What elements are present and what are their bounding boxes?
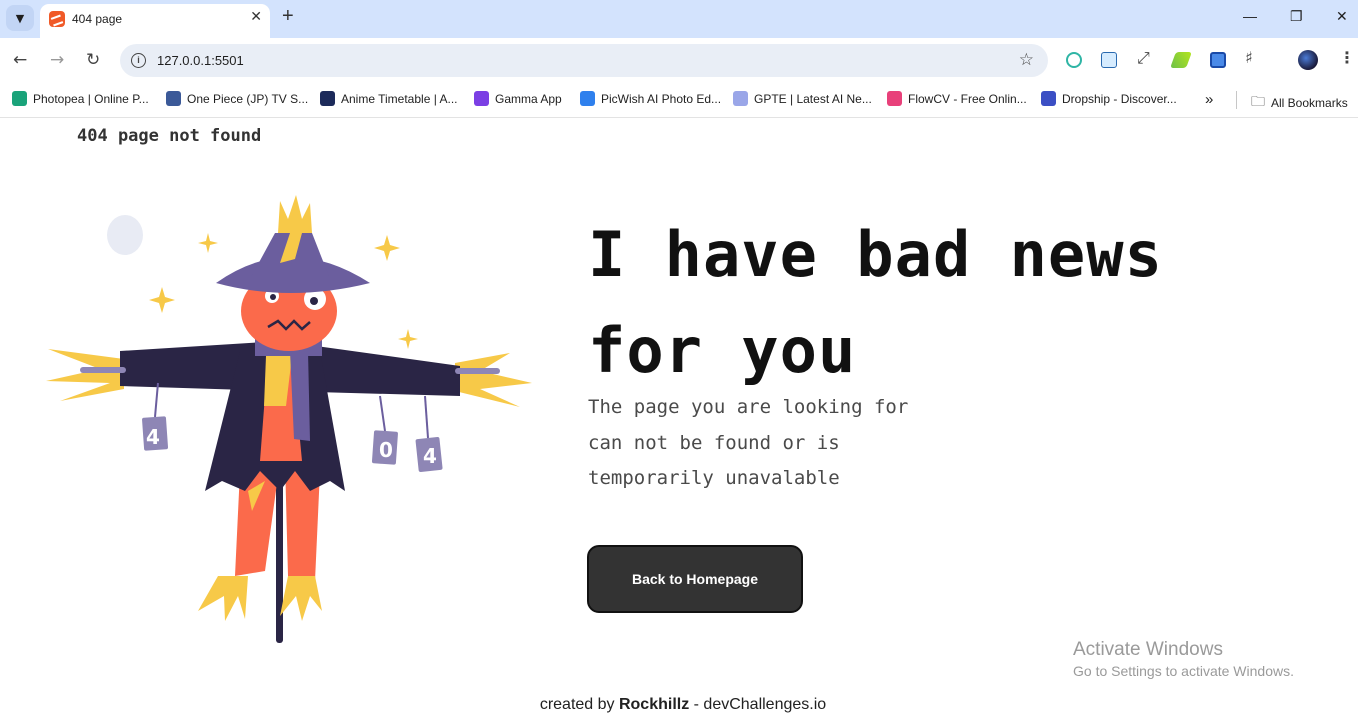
bookmark-item[interactable]: GPTE | Latest AI Ne... xyxy=(733,91,872,106)
bookmark-item[interactable]: FlowCV - Free Onlin... xyxy=(887,91,1027,106)
bookmark-favicon-icon xyxy=(580,91,595,106)
moon-shape xyxy=(107,215,143,255)
tab-title: 404 page xyxy=(72,12,123,26)
bookmark-favicon-icon xyxy=(474,91,489,106)
footer-suffix: - devChallenges.io xyxy=(689,696,827,713)
bookmark-label: One Piece (JP) TV S... xyxy=(187,91,309,106)
bookmark-label: Dropship - Discover... xyxy=(1062,91,1177,106)
more-bookmarks-label: » xyxy=(1205,91,1214,108)
straw-feet-icon xyxy=(198,576,322,621)
error-description: The page you are looking for can not be … xyxy=(588,390,968,497)
all-bookmarks-button[interactable]: 🗀 All Bookmarks xyxy=(1251,91,1348,115)
folder-icon: 🗀 xyxy=(1251,93,1265,109)
bookmark-item[interactable]: Anime Timetable | A... xyxy=(320,91,458,106)
sign-left-label: 4 xyxy=(146,425,160,449)
extensions-puzzle-icon[interactable]: ♯ xyxy=(1245,48,1253,67)
extension-2-icon[interactable] xyxy=(1101,52,1117,68)
tab-active[interactable]: 404 page ✕ xyxy=(40,4,270,38)
bookmark-favicon-icon xyxy=(12,91,27,106)
url-text[interactable]: 127.0.0.1:5501 xyxy=(157,53,244,68)
back-icon[interactable]: ← xyxy=(13,50,27,70)
bookmark-item[interactable]: Gamma App xyxy=(474,91,562,106)
bookmark-label: Photopea | Online P... xyxy=(33,91,149,106)
minimize-icon[interactable]: — xyxy=(1243,8,1257,24)
bookmark-label: Anime Timetable | A... xyxy=(341,91,458,106)
sign-right-label: 4 xyxy=(423,444,437,468)
bookmark-item[interactable]: Photopea | Online P... xyxy=(12,91,149,106)
all-bookmarks-label: All Bookmarks xyxy=(1271,96,1348,110)
close-window-icon[interactable]: ✕ xyxy=(1336,8,1348,25)
bookmark-favicon-icon xyxy=(1041,91,1056,106)
page-footer: created by Rockhillz - devChallenges.io xyxy=(0,696,1358,714)
page-content: 404 page not found 4 0 4 I have bad news… xyxy=(0,119,1358,716)
extension-5-icon[interactable] xyxy=(1210,52,1226,68)
footer-prefix: created by xyxy=(539,696,619,713)
bookmark-item[interactable]: PicWish AI Photo Ed... xyxy=(580,91,721,106)
bookmark-item[interactable]: One Piece (JP) TV S... xyxy=(166,91,308,106)
bookmark-label: GPTE | Latest AI Ne... xyxy=(754,91,872,106)
tab-close-icon[interactable]: ✕ xyxy=(250,9,262,25)
new-tab-button[interactable]: + xyxy=(282,5,294,28)
headline-line-1: I have bad news xyxy=(588,218,1163,291)
forward-icon[interactable]: → xyxy=(50,50,64,70)
activate-windows-title: Activate Windows xyxy=(1073,639,1223,660)
tab-search-button[interactable]: ▼ xyxy=(6,5,34,31)
site-logo[interactable]: 404 page not found xyxy=(77,126,261,146)
description-line-2: can not be found or is xyxy=(588,431,840,454)
browser-toolbar: ← → ↻ i 127.0.0.1:5501 ☆ ⤢ ♯ ⋮ xyxy=(0,38,1358,83)
description-line-3: temporarily unavalable xyxy=(588,467,840,489)
page-headline: I have bad news for you xyxy=(588,207,1228,399)
bookmark-star-icon[interactable]: ☆ xyxy=(1019,50,1034,70)
tab-favicon-icon xyxy=(49,11,65,27)
reload-icon[interactable]: ↻ xyxy=(86,50,100,70)
site-info-icon[interactable]: i xyxy=(131,53,146,68)
tab-strip: ▼ 404 page ✕ + — ❐ ✕ xyxy=(0,0,1358,38)
description-line-1: The page you are looking for xyxy=(588,396,909,418)
footer-author: Rockhillz xyxy=(618,696,690,713)
fullscreen-extension-icon[interactable]: ⤢ xyxy=(1137,48,1150,68)
browser-menu-icon[interactable]: ⋮ xyxy=(1339,48,1355,67)
bookmarks-bar: Photopea | Online P... One Piece (JP) TV… xyxy=(0,83,1358,118)
bookmark-favicon-icon xyxy=(887,91,902,106)
extension-4-icon[interactable] xyxy=(1170,52,1192,68)
restore-icon[interactable]: ❐ xyxy=(1290,8,1303,25)
bookmark-favicon-icon xyxy=(733,91,748,106)
bookmark-label: PicWish AI Photo Ed... xyxy=(601,91,722,106)
more-bookmarks-button[interactable]: » xyxy=(1205,91,1213,108)
back-to-homepage-button[interactable]: Back to Homepage xyxy=(587,545,803,613)
bookmark-label: Gamma App xyxy=(495,91,562,106)
address-bar[interactable]: i 127.0.0.1:5501 ☆ xyxy=(120,44,1048,77)
activate-windows-subtitle: Go to Settings to activate Windows. xyxy=(1073,663,1294,679)
extension-1-icon[interactable] xyxy=(1066,52,1082,68)
headline-line-2: for you xyxy=(588,314,857,387)
bookmarks-divider xyxy=(1236,91,1237,109)
bookmark-item[interactable]: Dropship - Discover... xyxy=(1041,91,1177,106)
scarecrow-illustration: 4 0 4 xyxy=(46,195,532,643)
bookmark-label: FlowCV - Free Onlin... xyxy=(908,91,1027,106)
activate-windows-watermark: Activate Windows Go to Settings to activ… xyxy=(1073,639,1294,679)
bookmark-favicon-icon xyxy=(166,91,181,106)
sign-mid-label: 0 xyxy=(379,438,393,462)
profile-avatar[interactable] xyxy=(1298,50,1318,70)
bookmark-favicon-icon xyxy=(320,91,335,106)
